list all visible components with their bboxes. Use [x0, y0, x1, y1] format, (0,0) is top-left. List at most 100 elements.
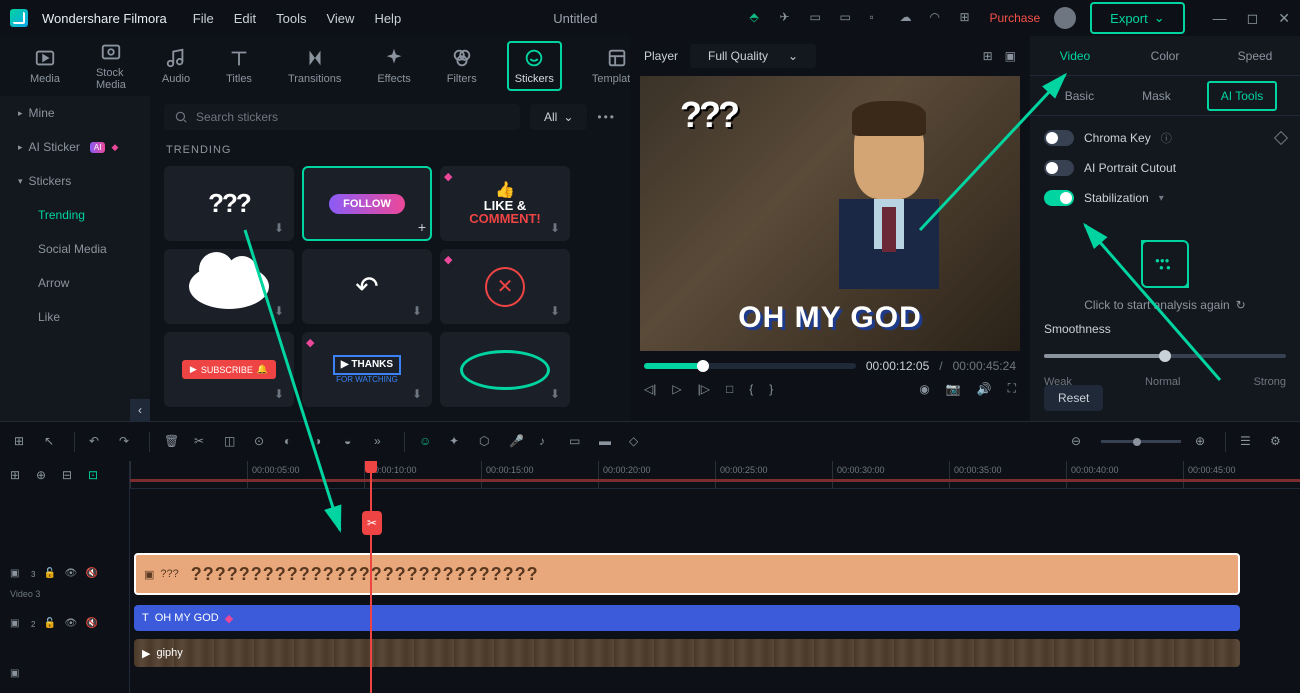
subtab-mask[interactable]: Mask [1130, 83, 1183, 109]
mic-icon[interactable]: 🎤 [509, 434, 525, 450]
sidebar-item-ai-sticker[interactable]: AI StickerAI◆ [0, 130, 150, 164]
sidebar-collapse-button[interactable]: ‹ [130, 399, 150, 421]
tab-audio[interactable]: Audio [156, 43, 196, 89]
mic-icon[interactable]: ◉ [919, 382, 929, 396]
lock-icon[interactable]: 🔓 [43, 568, 56, 581]
tab-speed[interactable]: Speed [1210, 39, 1300, 73]
purchase-link[interactable]: Purchase [989, 11, 1040, 25]
delete-icon[interactable]: 🗑 [164, 434, 180, 450]
gift-icon[interactable]: ⬘ [749, 10, 765, 26]
close-button[interactable]: ✕ [1278, 10, 1290, 27]
headphone-icon[interactable]: ◠ [929, 10, 945, 26]
zoom-out-icon[interactable]: ⊖ [1071, 434, 1087, 450]
tab-filters[interactable]: Filters [441, 43, 483, 89]
stop-button[interactable]: □ [726, 382, 733, 396]
download-icon[interactable]: ⬇ [412, 304, 428, 320]
clip-giphy[interactable]: ▶giphy [134, 639, 1240, 667]
snap-icon[interactable]: ⊡ [88, 468, 102, 482]
layout-icon[interactable]: ⊞ [14, 434, 30, 450]
ai-portrait-toggle[interactable] [1044, 160, 1074, 176]
rotate-icon[interactable]: ◐ [284, 434, 300, 450]
save-icon[interactable]: ▫ [869, 10, 885, 26]
track-title[interactable]: TOH MY GOD ◆ [130, 603, 1300, 633]
zoom-slider[interactable] [1101, 440, 1181, 443]
more-button[interactable]: ••• [597, 110, 616, 124]
download-icon[interactable]: ⬇ [550, 304, 566, 320]
tab-media[interactable]: Media [24, 43, 66, 89]
track-header-title[interactable]: ▣2 🔓 👁 🔇 [0, 599, 129, 649]
magnet-icon[interactable]: ⊟ [62, 468, 76, 482]
menu-tools[interactable]: Tools [276, 11, 306, 26]
sticker-x-circle[interactable]: ◆✕⬇ [440, 249, 570, 324]
mute-icon[interactable]: 🔇 [85, 618, 98, 631]
sidebar-sub-social-media[interactable]: Social Media [0, 232, 150, 266]
visibility-icon[interactable]: 👁 [64, 568, 77, 581]
tab-transitions[interactable]: Transitions [282, 43, 347, 89]
sidebar-item-mine[interactable]: Mine [0, 96, 150, 130]
reset-button[interactable]: Reset [1044, 385, 1103, 411]
list-icon[interactable]: ☰ [1240, 434, 1256, 450]
subtab-basic[interactable]: Basic [1053, 83, 1106, 109]
tab-stickers[interactable]: Stickers [507, 41, 562, 91]
preview-scrubber[interactable] [644, 363, 856, 369]
search-input[interactable]: Search stickers [164, 104, 520, 130]
refresh-icon[interactable]: ↻ [1236, 298, 1246, 312]
maximize-button[interactable]: ◻ [1247, 10, 1259, 27]
speed-icon[interactable]: ⊙ [254, 434, 270, 450]
sidebar-sub-arrow[interactable]: Arrow [0, 266, 150, 300]
download-icon[interactable]: ⬇ [274, 304, 290, 320]
menu-file[interactable]: File [193, 11, 214, 26]
mark-out-icon[interactable]: } [769, 382, 773, 396]
download-icon[interactable]: ⬇ [274, 221, 290, 237]
download-icon[interactable]: ⬇ [412, 387, 428, 403]
sticker-subscribe[interactable]: ▶ SUBSCRIBE 🔔⬇ [164, 332, 294, 407]
link-icon[interactable]: ⊕ [36, 468, 50, 482]
add-icon[interactable]: + [418, 219, 426, 235]
grid-view-icon[interactable]: ⊞ [983, 49, 993, 63]
quality-dropdown[interactable]: Full Quality⌄ [690, 44, 816, 68]
next-button[interactable]: |▷ [698, 382, 710, 396]
keyframe-icon[interactable]: ◇ [629, 434, 645, 450]
sticker-follow[interactable]: FOLLOW+ [302, 166, 432, 241]
menu-view[interactable]: View [326, 11, 354, 26]
screen-icon[interactable]: ▭ [839, 10, 855, 26]
tab-titles[interactable]: Titles [220, 43, 258, 89]
chevron-down-icon[interactable]: ▾ [1159, 193, 1164, 204]
smoothness-slider[interactable] [1044, 354, 1286, 358]
filter-dropdown[interactable]: All⌄ [530, 104, 587, 130]
image-icon[interactable]: ▣ [1005, 49, 1016, 63]
zoom-in-icon[interactable]: ⊕ [1195, 434, 1211, 450]
volume-icon[interactable]: 🔊 [977, 382, 992, 396]
undo-icon[interactable]: ↶ [89, 434, 105, 450]
tab-stock-media[interactable]: Stock Media [90, 37, 132, 95]
download-icon[interactable]: ⬇ [550, 387, 566, 403]
subtab-ai-tools[interactable]: AI Tools [1207, 81, 1277, 111]
menu-help[interactable]: Help [374, 11, 401, 26]
sidebar-sub-like[interactable]: Like [0, 300, 150, 334]
mute-icon[interactable]: 🔇 [85, 568, 98, 581]
prev-button[interactable]: ◁| [644, 382, 656, 396]
download-icon[interactable]: ⬇ [550, 221, 566, 237]
tab-video[interactable]: Video [1030, 39, 1120, 73]
adjust-icon[interactable]: ◒ [344, 434, 360, 450]
timeline-ruler[interactable]: 00:00:05:00 00:00:10:00 00:00:15:00 00:0… [130, 461, 1300, 489]
export-button[interactable]: Export ⌄ [1090, 2, 1184, 34]
sidebar-item-stickers[interactable]: Stickers [0, 164, 150, 198]
user-avatar[interactable] [1054, 7, 1076, 29]
help-icon[interactable]: ⓘ [1161, 130, 1172, 146]
redo-icon[interactable]: ↷ [119, 434, 135, 450]
sticker-arrow[interactable]: ↶⬇ [302, 249, 432, 324]
sticker-questionmarks[interactable]: ???⬇ [164, 166, 294, 241]
cloud-icon[interactable]: ☁ [899, 10, 915, 26]
apps-icon[interactable]: ⊞ [959, 10, 975, 26]
clip-questionmarks[interactable]: ▣??? ????????????????????????????? [134, 553, 1240, 595]
snapshot-icon[interactable]: 📷 [946, 382, 961, 396]
track-video3[interactable]: ▣??? ????????????????????????????? [130, 549, 1300, 599]
more-icon[interactable]: » [374, 434, 390, 450]
sticker-thought-bubble[interactable]: ⬇ [164, 249, 294, 324]
fullscreen-icon[interactable]: ⛶ [1008, 381, 1016, 396]
play-button[interactable]: ▷ [672, 382, 681, 396]
ai-icon[interactable]: ☺ [419, 434, 435, 450]
sticker-oval[interactable]: ⬇ [440, 332, 570, 407]
tab-effects[interactable]: Effects [371, 43, 416, 89]
